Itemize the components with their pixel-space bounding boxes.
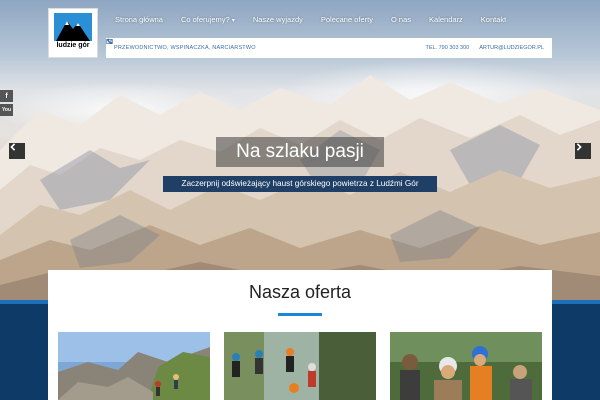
logo-mountain-icon: ludzie gór: [54, 13, 92, 53]
email-contact[interactable]: ARTUR@LUDZIEGOR.PL: [106, 39, 544, 51]
offer-card-canyoning[interactable]: [224, 332, 376, 400]
nav-item-offer[interactable]: Co oferujemy? ▾: [172, 13, 244, 28]
nav-item-home[interactable]: Strona główna: [106, 13, 172, 28]
offer-heading: Nasza oferta: [248, 282, 352, 302]
nav-item-recommended[interactable]: Polecane oferty: [312, 13, 382, 28]
email-address: ARTUR@LUDZIEGOR.PL: [479, 45, 544, 51]
slide-title: Na szlaku pasji: [216, 137, 384, 167]
site-logo[interactable]: ludzie gór: [48, 8, 98, 58]
youtube-icon[interactable]: You: [0, 104, 13, 116]
climbing-photo: [58, 332, 210, 400]
canyoning-photo: [224, 332, 376, 400]
nav-item-about[interactable]: O nas: [382, 13, 420, 28]
phone-number: TEL. 790 303 300: [425, 45, 470, 51]
nav-item-contact[interactable]: Kontakt: [472, 13, 515, 28]
email-icon: [106, 39, 113, 44]
hero-slider: ludzie gór Strona główna Co oferujemy? ▾…: [0, 0, 600, 300]
offer-card-climbing[interactable]: [58, 332, 210, 400]
chevron-right-icon: [576, 143, 582, 151]
nav-item-calendar[interactable]: Kalendarz: [420, 13, 472, 28]
chevron-down-icon: ▾: [231, 18, 235, 24]
main-navigation: Strona główna Co oferujemy? ▾ Nasze wyja…: [106, 13, 515, 28]
offer-card-group[interactable]: [390, 332, 542, 400]
heading-underline: [278, 313, 322, 316]
chevron-left-icon: [10, 143, 16, 151]
group-photo: [390, 332, 542, 400]
social-links: f You: [0, 90, 14, 118]
offer-section: Nasza oferta: [48, 270, 552, 400]
slider-prev-button[interactable]: [9, 143, 25, 159]
logo-text: ludzie gór: [56, 42, 90, 49]
nav-item-offer-label: Co oferujemy?: [180, 15, 230, 24]
facebook-icon[interactable]: f: [0, 90, 13, 102]
nav-item-trips[interactable]: Nasze wyjazdy: [244, 13, 312, 28]
phone-contact[interactable]: TEL. 790 303 300: [107, 38, 470, 51]
slider-next-button[interactable]: [575, 143, 591, 159]
slide-subtitle: Zaczerpnij odświeżający haust górskiego …: [163, 176, 437, 192]
info-bar: PRZEWODNICTWO, WSPINACZKA, NARCIARSTWO T…: [106, 38, 552, 58]
tagline: PRZEWODNICTWO, WSPINACZKA, NARCIARSTWO: [114, 45, 256, 51]
